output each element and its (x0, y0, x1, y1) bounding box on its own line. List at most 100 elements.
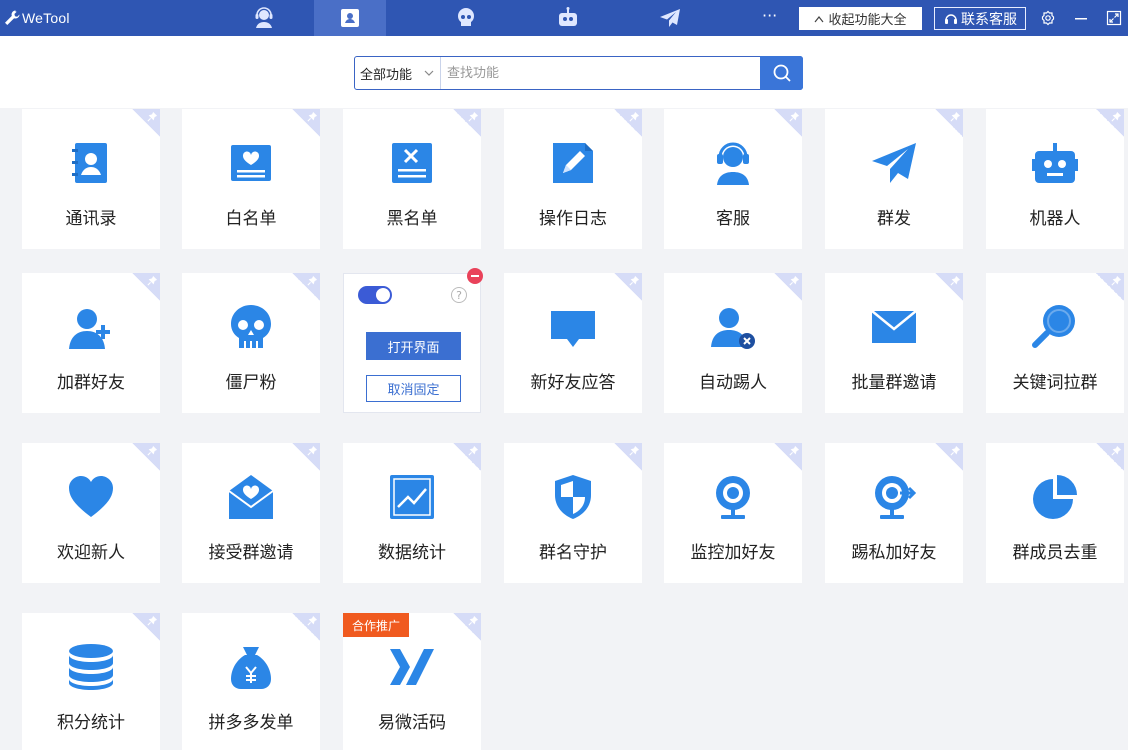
search-button[interactable] (760, 56, 803, 90)
pin-icon (468, 112, 478, 122)
function-card-welcome-new[interactable]: 欢迎新人 (22, 443, 160, 583)
pin-icon (147, 276, 157, 286)
pin-icon (307, 276, 317, 286)
nav-tab-customer-service[interactable] (228, 0, 300, 36)
pin-icon (950, 276, 960, 286)
function-card-operation-log[interactable]: 操作日志 (504, 109, 642, 249)
category-select-value: 全部功能 (360, 67, 413, 83)
collapse-all-functions-button[interactable]: 收起功能大全 (799, 7, 922, 30)
contact-support-button[interactable]: 联系客服 (934, 7, 1026, 30)
pin-corner[interactable] (132, 613, 160, 641)
pin-corner[interactable] (453, 613, 481, 641)
pin-icon (789, 112, 799, 122)
pin-corner[interactable] (1096, 443, 1124, 471)
pin-icon (307, 112, 317, 122)
function-card-dedupe-members[interactable]: 群成员去重 (986, 443, 1124, 583)
function-card-keyword-group[interactable]: 关键词拉群 (986, 273, 1124, 413)
function-card-zombie-fans[interactable]: 僵尸粉 (182, 273, 320, 413)
help-icon[interactable]: ? (451, 287, 467, 303)
pin-icon (468, 446, 478, 456)
function-label: 僵尸粉 (225, 373, 277, 393)
function-card-robot[interactable]: 机器人 (986, 109, 1124, 249)
heart-icon (69, 476, 113, 517)
function-card-pdd-orders[interactable]: 拼多多发单 (182, 613, 320, 750)
pin-corner[interactable] (614, 443, 642, 471)
pin-corner[interactable] (614, 109, 642, 137)
function-label: 机器人 (1029, 209, 1081, 229)
function-label: 批量群邀请 (851, 373, 937, 393)
function-card-accept-group-invite[interactable]: 接受群邀请 (182, 443, 320, 583)
function-label: 关键词拉群 (1012, 373, 1098, 393)
pin-corner[interactable] (1096, 273, 1124, 301)
function-card-batch-group-invite[interactable]: 批量群邀请 (825, 273, 963, 413)
settings-button[interactable] (1038, 8, 1058, 28)
function-card-data-statistics[interactable]: 数据统计 (343, 443, 481, 583)
database-icon (69, 644, 113, 690)
maximize-button[interactable] (1104, 8, 1124, 28)
pin-corner[interactable] (132, 443, 160, 471)
pin-icon (1111, 276, 1121, 286)
function-label: 拼多多发单 (208, 713, 294, 733)
pin-corner[interactable] (292, 109, 320, 137)
function-card-add-group-friends[interactable]: 加群好友 (22, 273, 160, 413)
function-card-broadcast[interactable]: 群发 (825, 109, 963, 249)
enable-toggle[interactable] (358, 286, 392, 304)
nav-tab-zombie[interactable] (430, 0, 502, 36)
robot-icon (559, 7, 577, 26)
pin-corner[interactable] (935, 109, 963, 137)
function-label: 群发 (877, 209, 911, 229)
function-card-new-friend-reply[interactable]: 新好友应答 (504, 273, 642, 413)
function-card-blacklist[interactable]: 黑名单 (343, 109, 481, 249)
function-card-points-statistics[interactable]: 积分统计 (22, 613, 160, 750)
search-input[interactable] (441, 57, 760, 89)
envelope-icon (871, 310, 917, 343)
blacklist-icon (392, 143, 432, 183)
open-interface-button[interactable]: 打开界面 (366, 332, 461, 360)
more-menu[interactable]: ··· (762, 6, 777, 25)
pin-corner[interactable] (292, 443, 320, 471)
pin-corner[interactable] (1096, 109, 1124, 137)
pin-corner[interactable] (292, 613, 320, 641)
function-card-group-name-guard[interactable]: 群名守护 (504, 443, 642, 583)
heart-envelope-icon (228, 475, 274, 519)
function-label: 监控加好友 (690, 543, 776, 563)
search-icon (773, 64, 791, 82)
remove-icon[interactable] (467, 268, 483, 284)
pin-corner[interactable] (614, 273, 642, 301)
pin-icon (629, 276, 639, 286)
pin-corner[interactable] (453, 443, 481, 471)
customer-service-icon (255, 7, 273, 28)
skull-icon (231, 305, 271, 348)
function-label: 积分统计 (57, 713, 125, 733)
pin-icon (147, 446, 157, 456)
nav-tab-broadcast[interactable] (634, 0, 706, 36)
nav-tab-contacts[interactable] (314, 0, 386, 36)
wrench-logo-icon (5, 10, 20, 25)
function-label: 黑名单 (386, 209, 438, 229)
function-card-monitor-add-friends[interactable]: 监控加好友 (664, 443, 802, 583)
pin-corner[interactable] (292, 273, 320, 301)
category-select[interactable]: 全部功能 (355, 57, 441, 89)
function-card-customer-service[interactable]: 客服 (664, 109, 802, 249)
magnifier-icon (1032, 305, 1075, 348)
unpin-button[interactable]: 取消固定 (366, 375, 461, 402)
pin-corner[interactable] (132, 273, 160, 301)
send-icon (872, 143, 916, 183)
function-card-yiwei-code[interactable]: 合作推广 易微活码 (343, 613, 481, 750)
function-card-auto-kick[interactable]: 自动踢人 (664, 273, 802, 413)
remove-user-icon (711, 308, 755, 349)
pin-corner[interactable] (774, 443, 802, 471)
minimize-button[interactable] (1071, 8, 1091, 28)
function-label: 数据统计 (378, 543, 446, 563)
contact-label: 联系客服 (961, 11, 1017, 28)
pin-corner[interactable] (453, 109, 481, 137)
pin-corner[interactable] (935, 443, 963, 471)
pin-corner[interactable] (774, 109, 802, 137)
function-card-kick-private-add[interactable]: 踢私加好友 (825, 443, 963, 583)
pin-corner[interactable] (774, 273, 802, 301)
pin-corner[interactable] (935, 273, 963, 301)
pin-corner[interactable] (132, 109, 160, 137)
function-card-contacts[interactable]: 通讯录 (22, 109, 160, 249)
nav-tab-robot[interactable] (532, 0, 604, 36)
function-card-whitelist[interactable]: 白名单 (182, 109, 320, 249)
